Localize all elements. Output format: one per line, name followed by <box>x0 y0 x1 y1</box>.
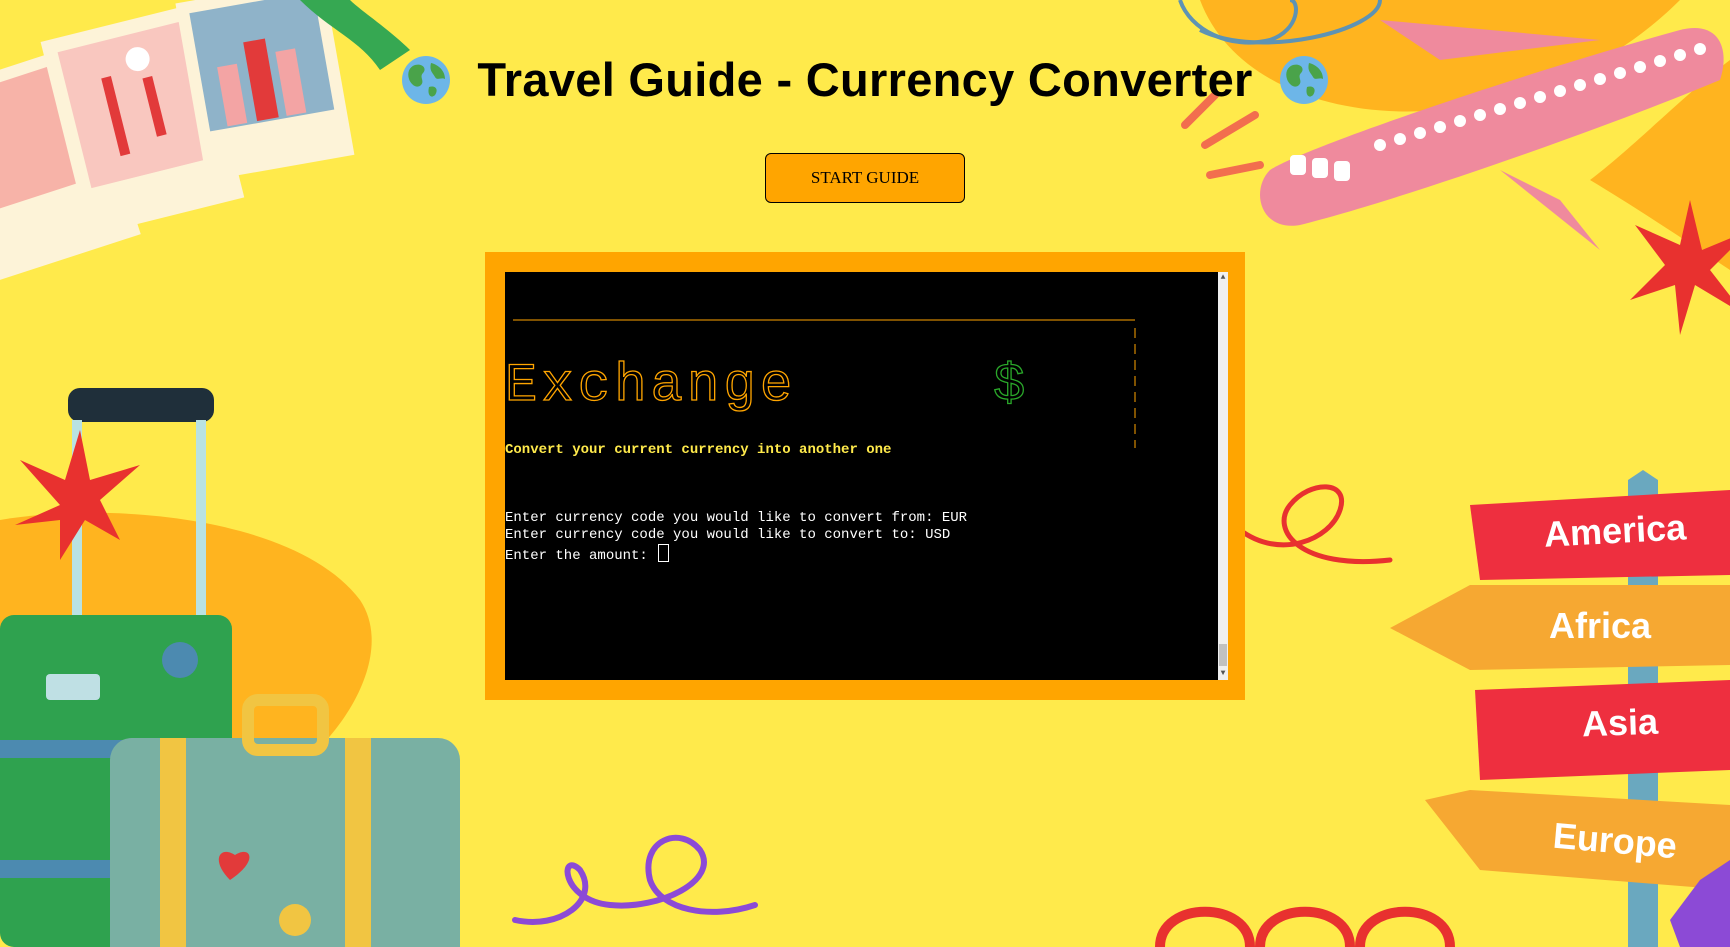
scroll-up-arrow-icon[interactable]: ▲ <box>1219 274 1227 282</box>
scroll-thumb[interactable] <box>1219 644 1227 666</box>
exchange-ascii-banner: Exchange $ <box>505 319 1136 448</box>
start-guide-button[interactable]: START GUIDE <box>765 153 965 203</box>
luggage-decoration <box>0 388 460 947</box>
globe-icon <box>1279 55 1328 104</box>
banner-word: Exchange <box>505 356 796 417</box>
sign-europe: Europe <box>1551 814 1679 867</box>
globe-icon <box>402 55 451 104</box>
terminal-frame: Exchange $ Convert your current currency… <box>485 252 1245 700</box>
sign-america: America <box>1542 506 1687 555</box>
polaroid-photos-decoration <box>0 0 410 281</box>
text-cursor[interactable] <box>658 544 670 562</box>
terminal-scrollbar[interactable]: ▲ ▼ <box>1218 272 1228 680</box>
scroll-down-arrow-icon[interactable]: ▼ <box>1219 670 1227 678</box>
banner-symbol: $ <box>993 356 1025 417</box>
airplane-decoration <box>1178 0 1730 335</box>
terminal-line-amount: Enter the amount: <box>505 544 670 565</box>
amount-prompt: Enter the amount: <box>505 548 657 564</box>
title-row: Travel Guide - Currency Converter <box>0 52 1730 107</box>
terminal-tagline: Convert your current currency into anoth… <box>505 442 892 458</box>
terminal-line-from: Enter currency code you would like to co… <box>505 510 968 526</box>
page-title: Travel Guide - Currency Converter <box>477 53 1253 106</box>
terminal[interactable]: Exchange $ Convert your current currency… <box>505 272 1228 680</box>
sign-asia: Asia <box>1581 700 1659 745</box>
terminal-line-to: Enter currency code you would like to co… <box>505 527 951 543</box>
sign-africa: Africa <box>1548 605 1652 646</box>
